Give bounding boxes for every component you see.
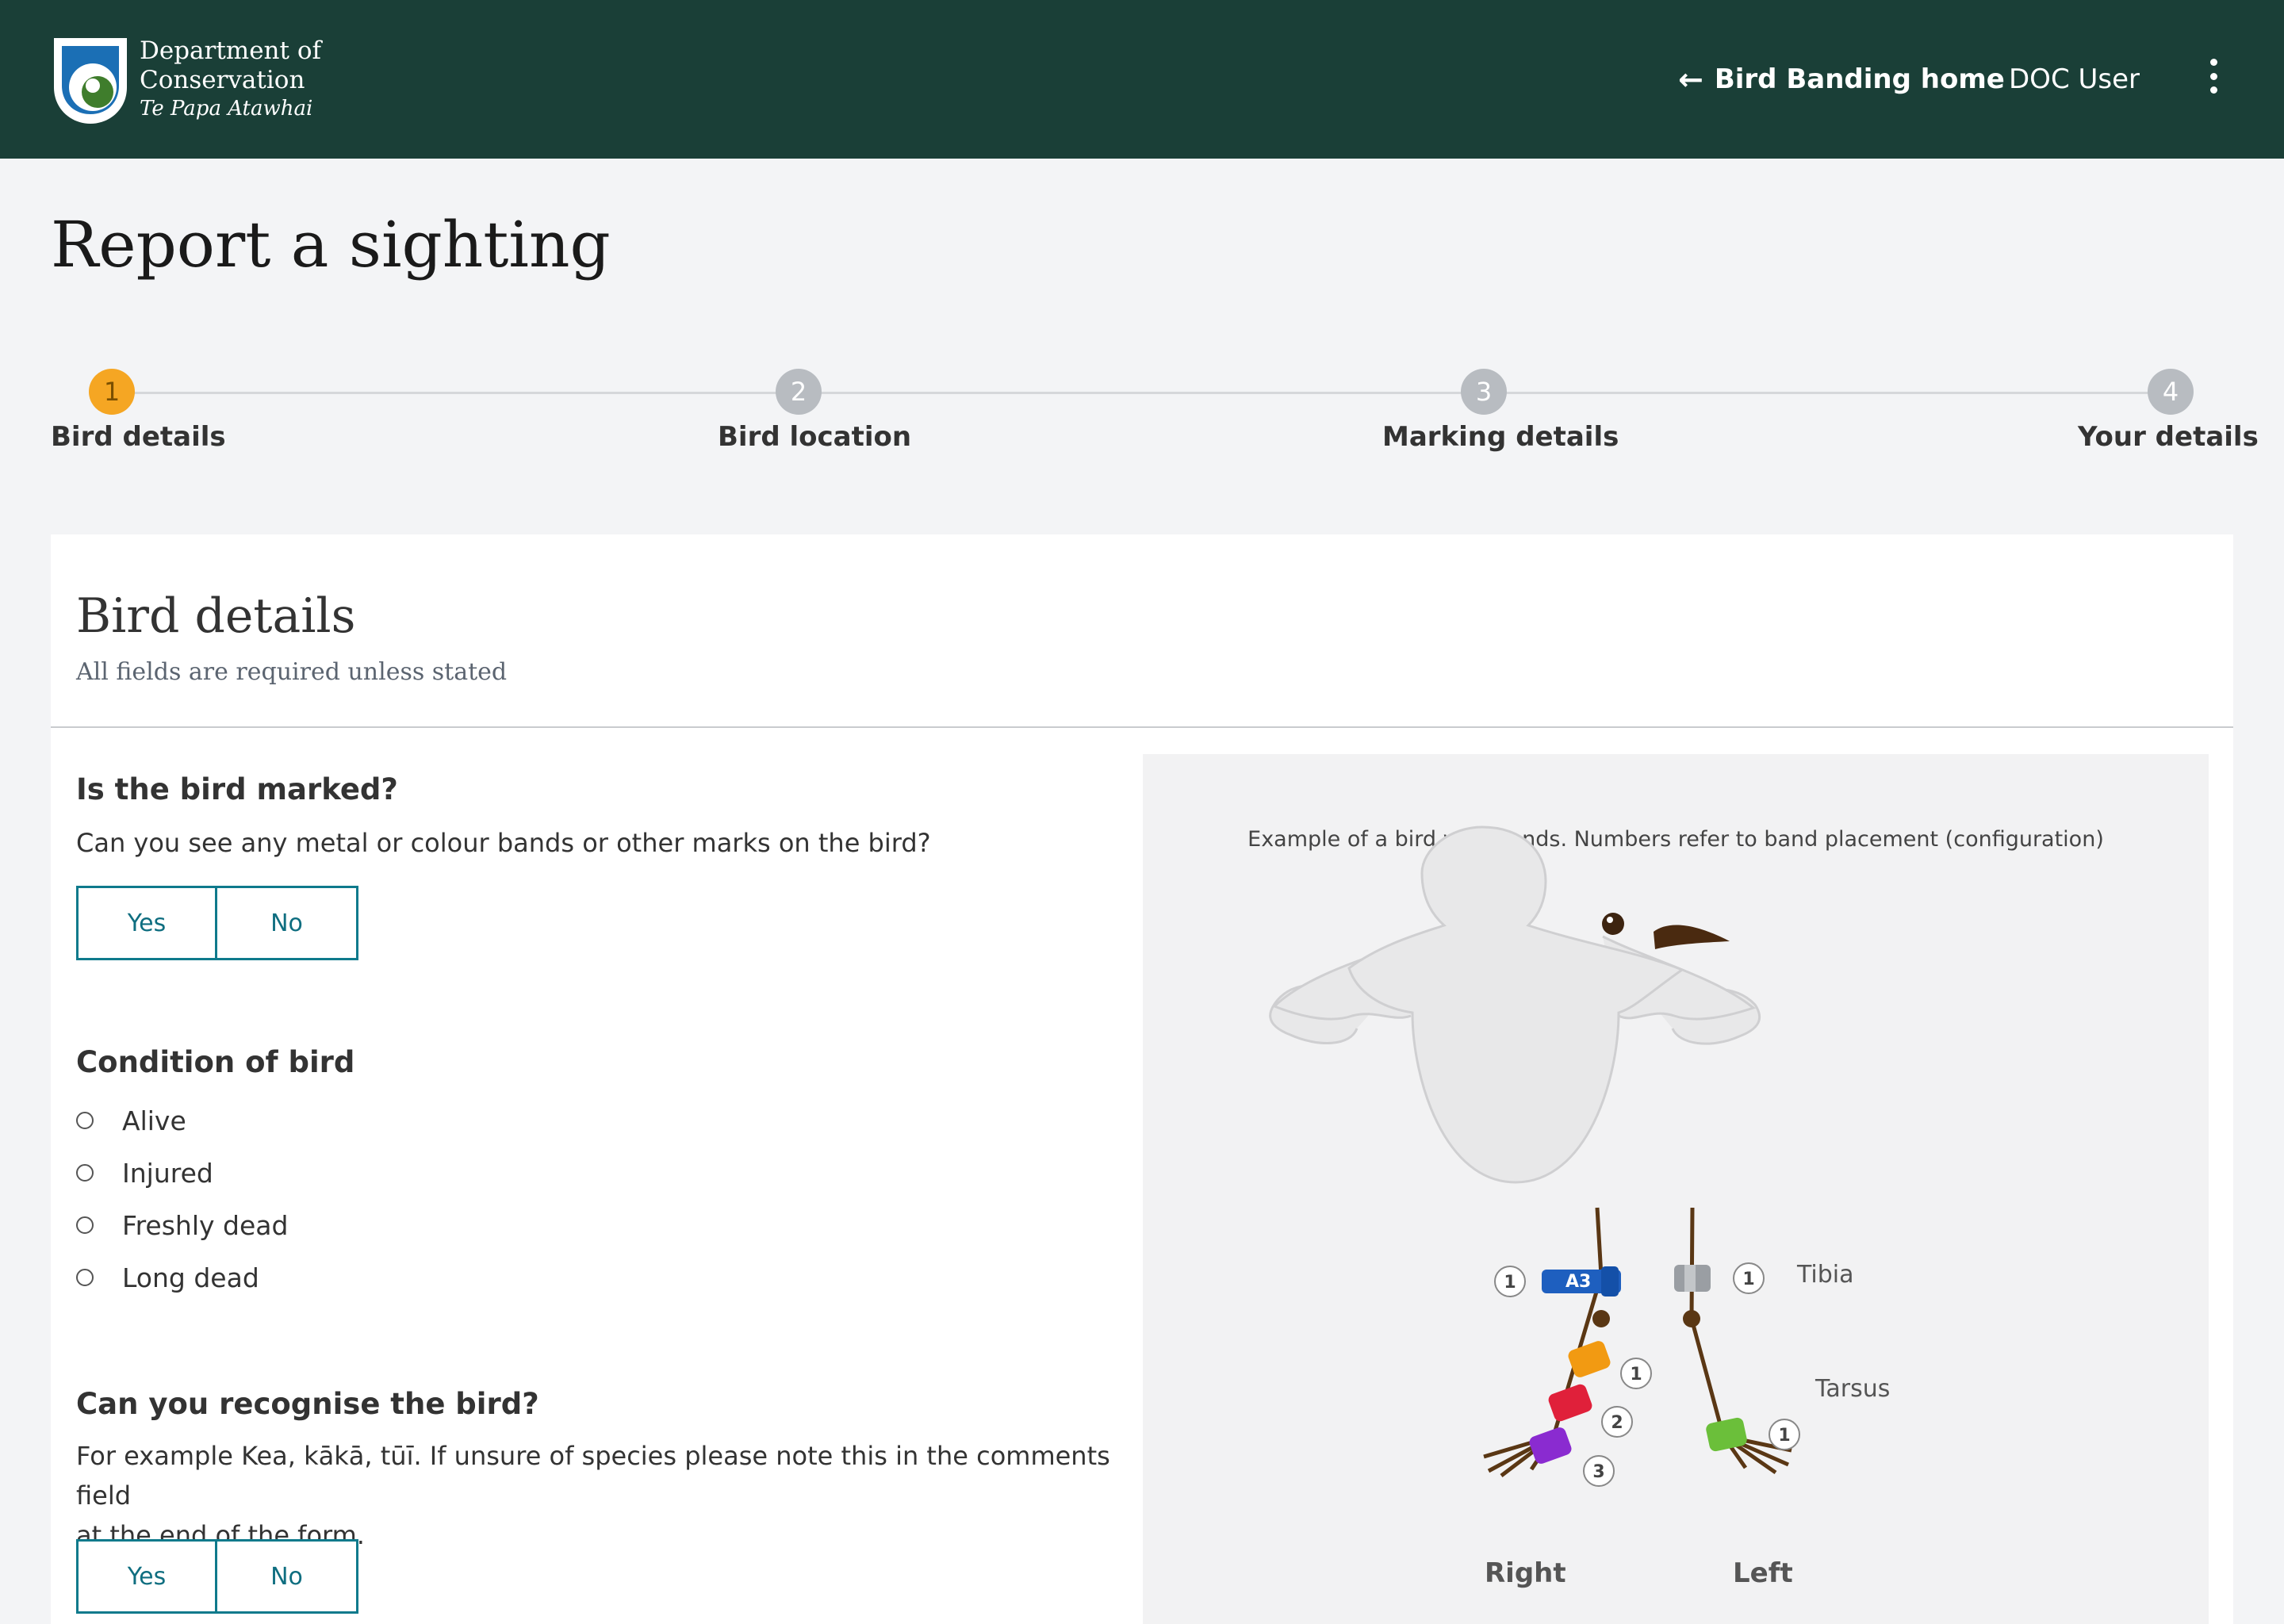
condition-option-freshly-dead[interactable]: Freshly dead xyxy=(76,1199,288,1251)
placement-number-right-tarsus-1: 1 xyxy=(1620,1358,1652,1389)
radio-label: Freshly dead xyxy=(122,1209,289,1241)
question-bird-marked-help: Can you see any metal or colour bands or… xyxy=(76,828,931,858)
svg-text:1: 1 xyxy=(1742,1270,1754,1289)
band-blue-a3: A3 xyxy=(1542,1266,1621,1297)
placement-number-right-tibia: 1 xyxy=(1494,1266,1526,1297)
bird-marked-yes-button[interactable]: Yes xyxy=(76,886,217,960)
bird-beak xyxy=(1654,925,1730,949)
condition-option-injured[interactable]: Injured xyxy=(76,1147,288,1199)
bird-illustration: A3 1 1 1 2 3 1 Tibia Tarsus Right Left xyxy=(1269,825,1890,1589)
label-tarsus: Tarsus xyxy=(1815,1375,1890,1403)
svg-text:1: 1 xyxy=(1630,1365,1642,1385)
help-line-1: For example Kea, kākā, tūī. If unsure of… xyxy=(76,1441,1110,1511)
recognise-no-button[interactable]: No xyxy=(217,1539,358,1614)
condition-option-alive[interactable]: Alive xyxy=(76,1094,288,1147)
bird-body xyxy=(1269,825,1761,1184)
label-right-leg: Right xyxy=(1485,1557,1566,1589)
condition-option-long-dead[interactable]: Long dead xyxy=(76,1251,288,1304)
recognise-yes-button[interactable]: Yes xyxy=(76,1539,217,1614)
svg-text:1: 1 xyxy=(1778,1426,1790,1446)
band-grey-metal xyxy=(1674,1265,1711,1292)
band-a3-text: A3 xyxy=(1565,1272,1591,1292)
section-title: Bird details xyxy=(76,588,356,644)
label-left-leg: Left xyxy=(1733,1557,1793,1589)
placement-number-right-tarsus-3: 3 xyxy=(1583,1455,1615,1487)
condition-radio-group: Alive Injured Freshly dead Long dead xyxy=(76,1094,288,1304)
radio-button[interactable] xyxy=(76,1164,94,1182)
question-bird-marked: Is the bird marked? xyxy=(76,772,398,806)
radio-label: Long dead xyxy=(122,1262,259,1293)
recognise-bird-toggle: Yes No xyxy=(76,1539,358,1614)
banding-example-panel: Example of a bird with bands. Numbers re… xyxy=(1143,754,2209,1624)
svg-text:2: 2 xyxy=(1611,1413,1623,1433)
bird-marked-no-button[interactable]: No xyxy=(217,886,358,960)
section-divider xyxy=(51,726,2233,728)
radio-label: Injured xyxy=(122,1157,213,1189)
placement-number-right-tarsus-2: 2 xyxy=(1601,1406,1633,1438)
question-condition: Condition of bird xyxy=(76,1045,355,1079)
radio-label: Alive xyxy=(122,1105,186,1136)
section-subtitle: All fields are required unless stated xyxy=(76,658,508,686)
placement-number-left-tibia: 1 xyxy=(1733,1262,1765,1294)
radio-button[interactable] xyxy=(76,1269,94,1286)
svg-text:1: 1 xyxy=(1504,1273,1516,1293)
question-recognise-bird: Can you recognise the bird? xyxy=(76,1387,539,1421)
svg-text:3: 3 xyxy=(1592,1462,1604,1482)
bird-eye-dot xyxy=(1602,913,1624,935)
radio-button[interactable] xyxy=(76,1216,94,1234)
band-red xyxy=(1548,1384,1592,1422)
label-tibia: Tibia xyxy=(1796,1261,1854,1289)
bird-marked-toggle: Yes No xyxy=(76,886,358,960)
question-recognise-help: For example Kea, kākā, tūī. If unsure of… xyxy=(76,1436,1171,1555)
band-purple xyxy=(1529,1427,1572,1464)
radio-button[interactable] xyxy=(76,1112,94,1129)
placement-number-left-tarsus: 1 xyxy=(1769,1419,1800,1450)
